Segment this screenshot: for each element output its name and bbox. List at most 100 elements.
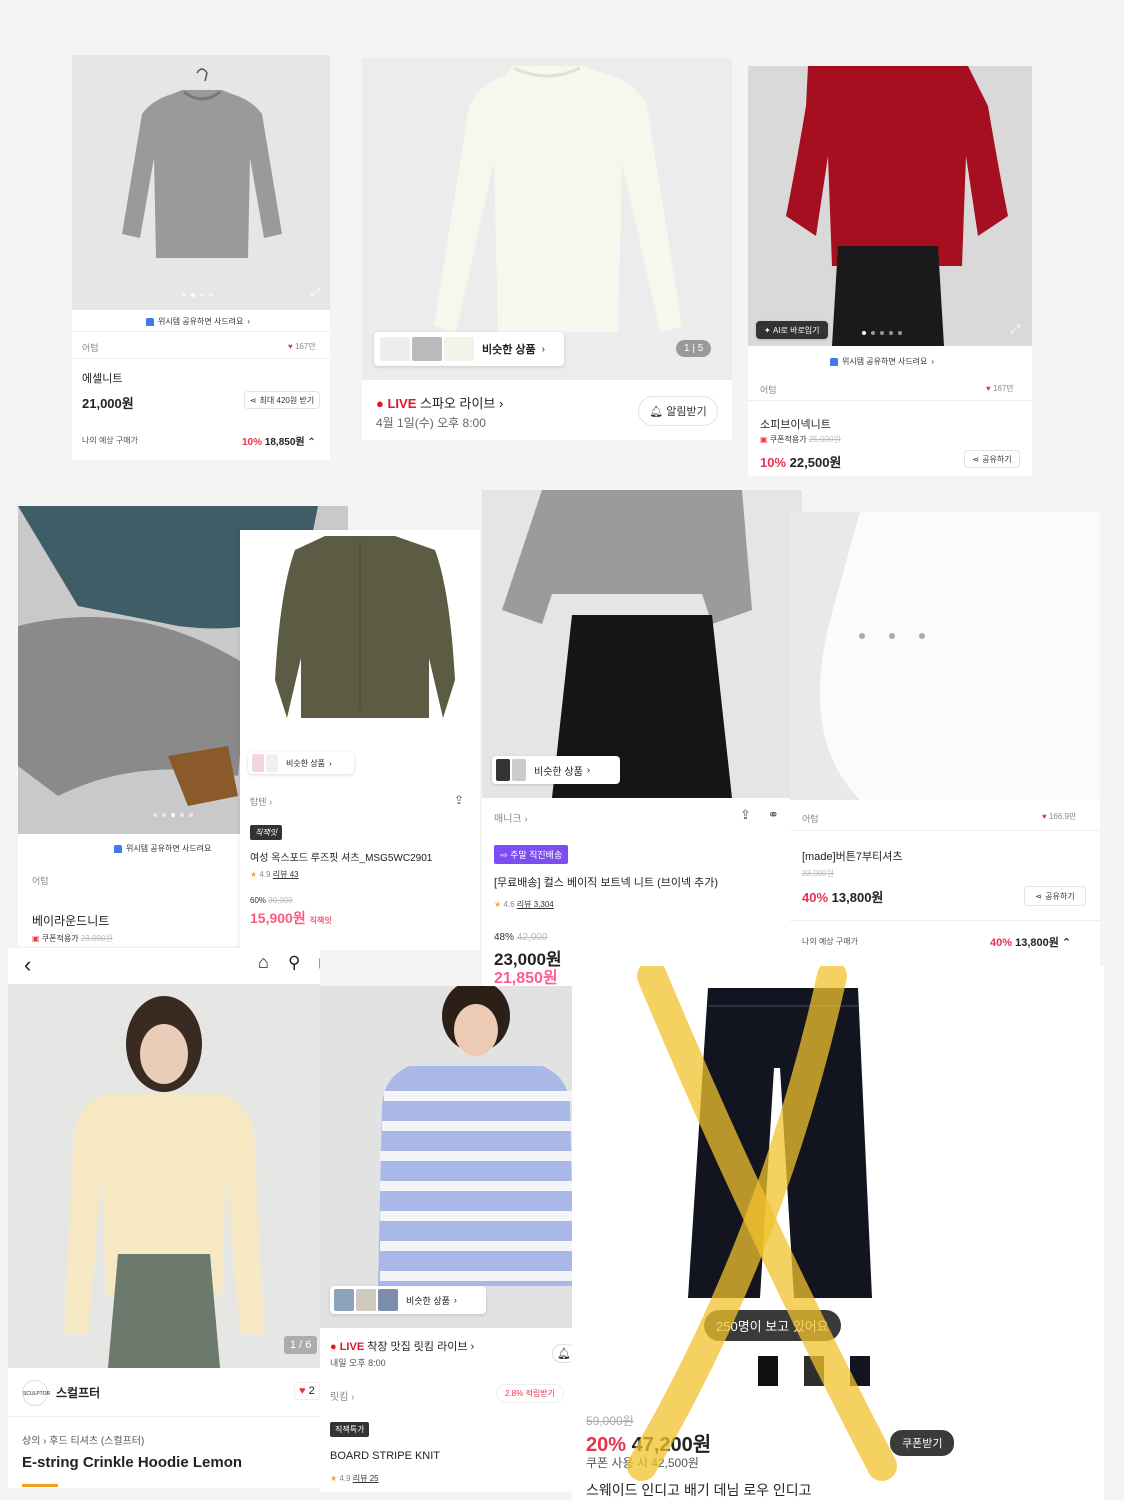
brand-link[interactable]: 어텀	[82, 341, 99, 354]
flag-icon: ▣	[760, 435, 768, 444]
similar-products-button[interactable]: 비슷한 상품 ›	[248, 752, 354, 774]
compare-icon[interactable]: ⚭	[768, 807, 779, 823]
product-image[interactable]: 비슷한 상품 ›	[320, 986, 572, 1328]
expand-icon[interactable]: ⤢	[310, 285, 320, 300]
alarm-button[interactable]: 🔔︎ 알림받기	[638, 396, 718, 426]
image-page-indicator: 1 / 6	[284, 1336, 318, 1354]
estimated-price-label: 나의 예상 구매가	[82, 436, 138, 445]
top-nav-bar: ‹ ⌂ ⚲ ▢ 2	[8, 948, 320, 984]
wish-share-banner[interactable]: 위시템 공유하면 사드려요 ›	[830, 356, 934, 367]
shirt-illustration	[275, 536, 455, 718]
heart-icon[interactable]: ♥	[288, 342, 293, 351]
live-title[interactable]: ● LIVE 착장 맛집 릿킴 라이브 ›	[330, 1338, 474, 1354]
rating-row[interactable]: ★ 4.6 리뷰 3,304	[494, 899, 554, 910]
product-card-essel-knit[interactable]: ⤢ 위시템 공유하면 사드려요 › 어텀 ♥ 167만 에셀니트 21,000원 …	[72, 55, 330, 460]
estimated-price[interactable]: 10% 18,850원 ⌃	[242, 433, 316, 448]
product-name: [무료배송] 컬스 베이직 보트넥 니트 (브이넥 추가)	[494, 877, 719, 889]
share-icon: ⋖	[1035, 891, 1043, 901]
estimated-price-value: 13,800원	[1015, 937, 1059, 949]
product-image[interactable]: ⤢	[72, 55, 330, 310]
product-card-board-stripe[interactable]: 비슷한 상품 › ● LIVE 착장 맛집 릿킴 라이브 › 내일 오후 8:00…	[320, 986, 572, 1492]
live-tag: LIVE	[387, 396, 417, 411]
chevron-right-icon: ›	[247, 317, 251, 326]
like-button[interactable]: ♥ 2	[294, 1382, 320, 1400]
product-card-indigo-denim[interactable]: 250명이 보고 있어요 59,000원 20% 47,200원 쿠폰받기 쿠폰…	[572, 966, 1104, 1500]
back-arrow-icon[interactable]: ‹	[24, 952, 31, 978]
product-image[interactable]: 1 / 6	[8, 984, 320, 1368]
brand-link[interactable]: 어텀	[760, 383, 777, 396]
product-name: [made]버튼7부티셔츠	[802, 851, 903, 863]
likes-count: ♥ 167만	[986, 383, 1014, 394]
brand-link[interactable]: 릿킴 ›	[330, 1388, 355, 1403]
similar-thumbnails	[380, 337, 474, 361]
share-icon[interactable]: ⇪	[740, 807, 751, 823]
live-time: 내일 오후 8:00	[330, 1358, 386, 1368]
product-card-boatneck-knit[interactable]: 비슷한 상품 › 매니크 › ⇪ ⚭ ⇨ 주말 직진배송 [무료배송] 컬스 베이…	[482, 490, 802, 990]
product-image[interactable]: ✦ AI로 바로입기 ⤢	[748, 66, 1032, 346]
estimated-discount: 40%	[990, 937, 1013, 949]
product-card-spao[interactable]: 비슷한 상품 › 1 | 5 ● LIVE 스파오 라이브 › 4월 1일(수) …	[362, 58, 732, 440]
product-card-button-tee[interactable]: ⤢ 어텀 ♥ 166.9만 [made]버튼7부티셔츠 23,000원 40% …	[790, 512, 1100, 990]
wish-share-banner[interactable]: 위시템 공유하면 사드려요 ›	[146, 316, 250, 327]
ai-try-on-button[interactable]: ✦ AI로 바로입기	[756, 321, 828, 339]
swatch-charcoal[interactable]	[804, 1356, 824, 1386]
wish-share-banner[interactable]: 위시템 공유하면 사드려요	[114, 843, 211, 854]
share-text: 최대 420원 받기	[259, 395, 315, 405]
brand-text: 매니크	[494, 814, 522, 825]
search-icon[interactable]: ⚲	[288, 953, 300, 973]
bell-icon[interactable]: 🔔︎	[552, 1344, 572, 1363]
wish-text: 위시템 공유하면 사드려요	[158, 317, 244, 326]
swatch-black[interactable]	[758, 1356, 778, 1386]
person-icon	[146, 317, 154, 326]
rating-value: 4.9	[339, 1474, 351, 1483]
estimated-price[interactable]: 40% 13,800원 ⌃	[990, 934, 1071, 950]
shop-logo[interactable]: SCULPTOR	[22, 1380, 50, 1406]
brand-link[interactable]: 매니크 ›	[494, 810, 528, 825]
brand-link[interactable]: 탑텐 ›	[250, 795, 272, 808]
rating-row[interactable]: ★ 4.9 리뷰 43	[250, 869, 299, 880]
coupon-button[interactable]: 쿠폰받기	[890, 1430, 955, 1456]
shop-name[interactable]: 스컬프터	[56, 1384, 100, 1401]
price-value: 47,200원	[631, 1434, 712, 1456]
swatch-indigo[interactable]	[850, 1356, 870, 1386]
carousel-dots	[182, 293, 213, 297]
discount: 60%	[250, 896, 267, 905]
similar-products-button[interactable]: 비슷한 상품 ›	[374, 332, 564, 366]
coupon-label: 쿠폰적용가	[769, 435, 807, 444]
product-page-sculptor[interactable]: ‹ ⌂ ⚲ ▢ 2 1 / 6 SCULPTOR 스컬프터 ♥ 2 상의 › 후…	[8, 948, 320, 1488]
rating-row[interactable]: ★ 4.9 리뷰 25	[330, 1473, 379, 1484]
breadcrumb[interactable]: 상의 › 후드 티셔츠 (스컬프터)	[22, 1432, 144, 1447]
product-card-oxford-shirt[interactable]: 비슷한 상품 › 탑텐 › ⇪ 직잭잇 여성 옥스포드 루즈핏 셔츠_MSG5WC…	[240, 530, 480, 950]
share-button[interactable]: ⋖ 공유하기	[1024, 886, 1086, 906]
expand-icon[interactable]: ⤢	[1076, 770, 1086, 786]
original-price: 23,000원	[80, 934, 113, 943]
share-icon[interactable]: ⇪	[454, 793, 464, 807]
points-button[interactable]: 2.8% 적립받기	[496, 1384, 564, 1403]
discount: 48%	[494, 932, 515, 943]
coupon-label: 쿠폰적용가	[41, 934, 79, 943]
product-image[interactable]: ⤢	[790, 512, 1100, 800]
product-card-sophie-vneck[interactable]: ✦ AI로 바로입기 ⤢ 위시템 공유하면 사드려요 › 어텀 ♥ 167만 소피…	[748, 66, 1032, 476]
similar-products-button[interactable]: 비슷한 상품 ›	[492, 756, 620, 784]
live-title[interactable]: ● LIVE 스파오 라이브 ›	[376, 393, 503, 412]
likes-text: 167만	[992, 384, 1014, 393]
expand-icon[interactable]: ⤢	[1010, 322, 1020, 337]
star-icon: ★	[330, 1474, 338, 1483]
product-name: 소피브이넥니트	[760, 419, 831, 431]
estimated-discount: 10%	[242, 437, 263, 448]
heart-icon[interactable]: ♥	[986, 384, 991, 393]
color-swatches[interactable]	[758, 1356, 870, 1386]
share-button[interactable]: ⋖ 공유하기	[964, 450, 1020, 468]
home-icon[interactable]: ⌂	[258, 952, 269, 973]
share-reward-button[interactable]: ⋖ 최대 420원 받기	[244, 391, 320, 409]
share-text: 공유하기	[1045, 891, 1075, 901]
heart-icon[interactable]: ♥	[1042, 812, 1047, 821]
product-image[interactable]: 비슷한 상품 › 1 | 5	[362, 58, 732, 380]
brand-link[interactable]: 어텀	[802, 812, 819, 825]
similar-products-button[interactable]: 비슷한 상품 ›	[330, 1286, 486, 1314]
brand-link[interactable]: 어텀	[32, 874, 49, 887]
live-tag: LIVE	[339, 1341, 365, 1353]
cart-icon[interactable]: ▢	[318, 952, 320, 973]
product-image[interactable]: 비슷한 상품 ›	[482, 490, 802, 798]
product-image[interactable]: 비슷한 상품 ›	[240, 530, 480, 785]
